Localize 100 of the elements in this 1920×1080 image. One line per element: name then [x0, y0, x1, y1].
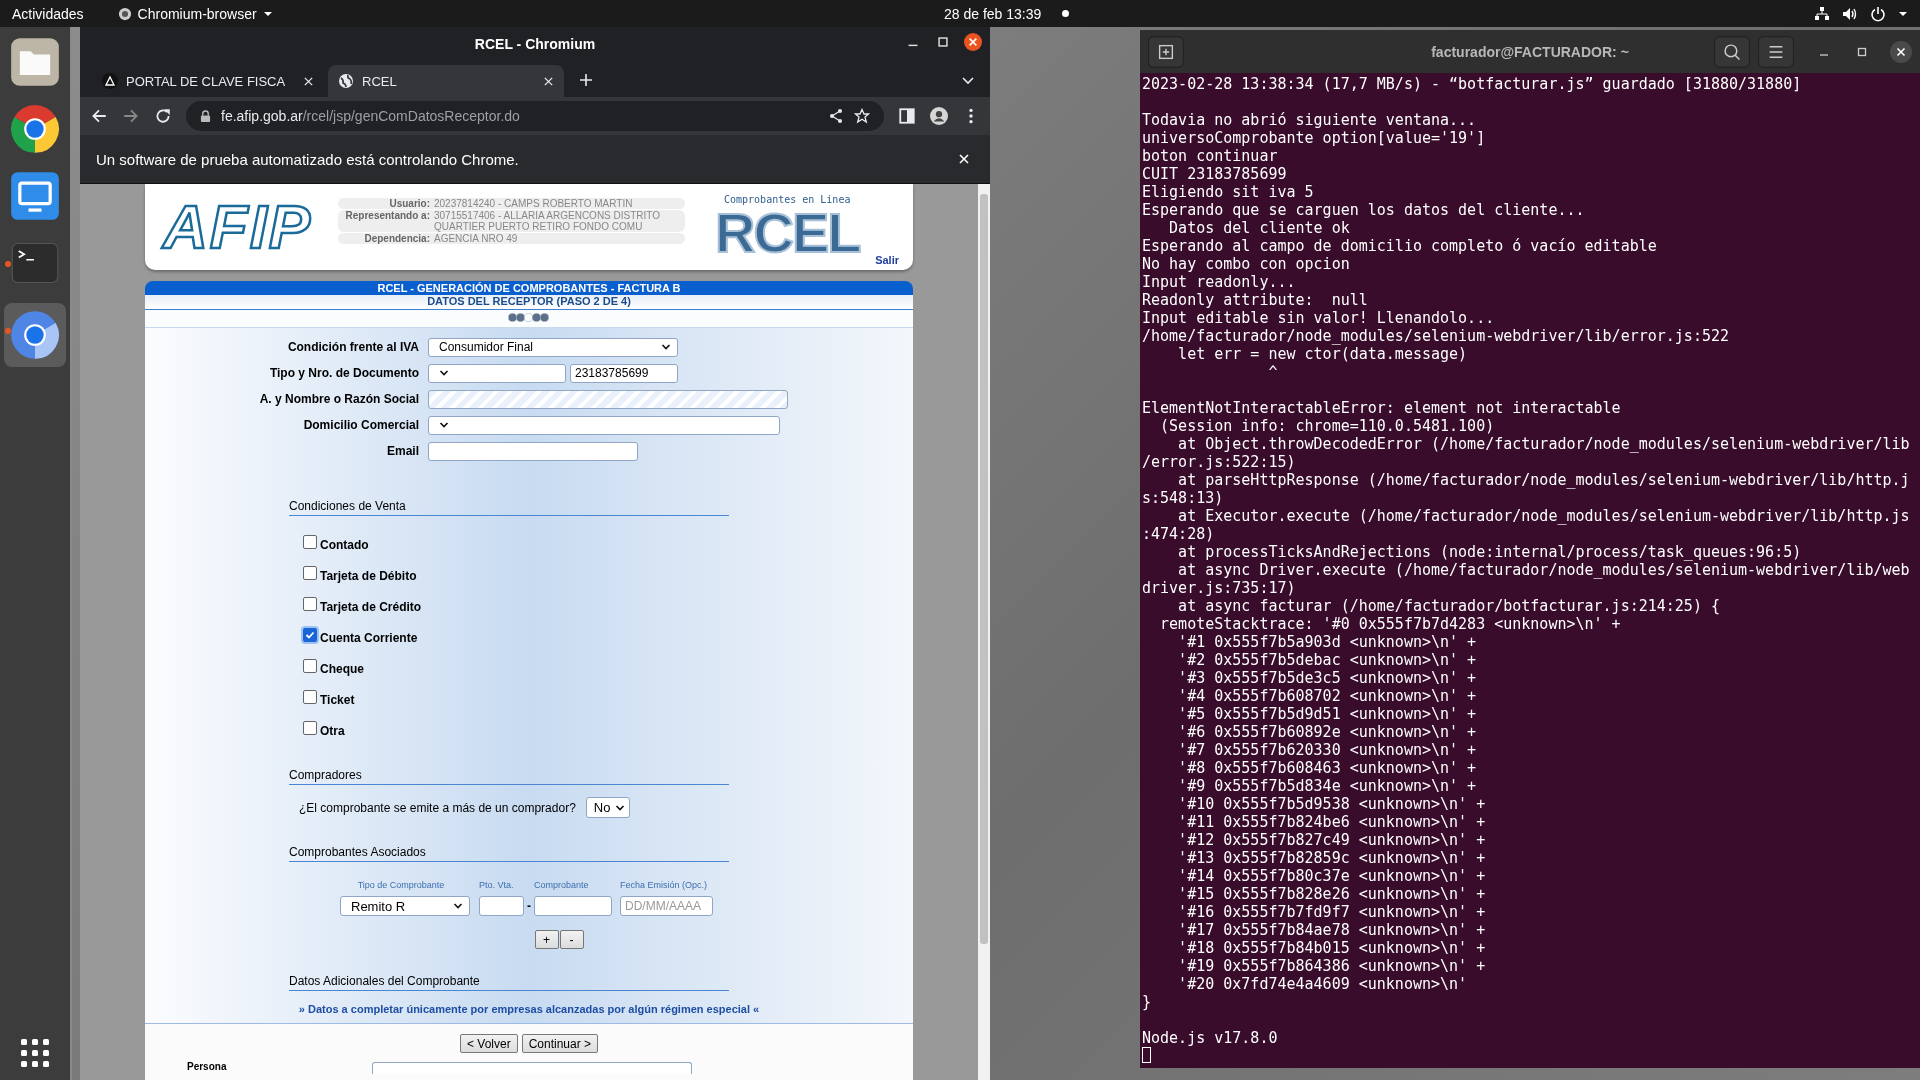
- section-heading: Compradores: [289, 768, 362, 782]
- side-panel-icon[interactable]: [898, 107, 916, 125]
- profile-icon[interactable]: [930, 107, 948, 125]
- terminal-line: '#4 0x555f7b608702 <unknown>\n' +: [1177, 687, 1478, 705]
- text-field[interactable]: [479, 896, 524, 916]
- terminal-line: :474:28): [1142, 525, 1216, 543]
- field-label: Domicilio Comercial: [302, 418, 420, 432]
- terminal-line: /error.js:522:15): [1142, 453, 1297, 471]
- checkbox[interactable]: [303, 720, 317, 735]
- dock-item[interactable]: [4, 303, 66, 367]
- field-label: Email: [386, 444, 420, 458]
- checkbox-label: Contado: [320, 537, 369, 552]
- terminal-line: '#1 0x555f7b5a903d <unknown>\n' +: [1177, 633, 1478, 651]
- info-value: 20237814240 - CAMPS ROBERTO MARTIN: [434, 198, 633, 209]
- column-label: Fecha Emisión (Opc.): [620, 880, 709, 890]
- star-icon[interactable]: [854, 108, 870, 124]
- page-title: RCEL - GENERACIÓN DE COMPROBANTES - FACTURA B: [377, 282, 681, 294]
- address-bar[interactable]: fe.afip.gob.ar/rcel/jsp/genComDatosReceptor.do: [186, 101, 884, 131]
- activities-button[interactable]: Actividades: [12, 5, 84, 22]
- close-icon[interactable]: [964, 33, 982, 51]
- close-tab-icon[interactable]: [543, 75, 554, 87]
- terminal-line: /home/facturador/node_modules/selenium-webdriver/lib/error.js:522: [1142, 327, 1730, 345]
- text-field[interactable]: [428, 441, 638, 461]
- checkbox[interactable]: [303, 565, 317, 580]
- text-field[interactable]: [534, 896, 612, 916]
- terminal-line: '#8 0x555f7b608463 <unknown>\n' +: [1177, 759, 1478, 777]
- forward-icon[interactable]: [122, 107, 140, 125]
- scrollbar-thumb[interactable]: [980, 194, 988, 944]
- terminal-line: 2023-02-28 13:38:34 (17,7 MB/s) - “botfacturar.js” guardado [31880/31880]: [1142, 75, 1803, 93]
- reload-icon[interactable]: [154, 107, 172, 125]
- separator-text: -: [527, 899, 531, 913]
- terminal-line: '#5 0x555f7b5d9d51 <unknown>\n' +: [1177, 705, 1478, 723]
- globe-icon: [338, 73, 354, 89]
- terminal-line: '#16 0x555f7b7fd9f7 <unknown>\n' +: [1177, 903, 1487, 921]
- caret-icon: [439, 368, 449, 378]
- triangle-icon: [102, 73, 118, 89]
- dropdown[interactable]: Consumidor Final: [428, 337, 678, 357]
- terminal-line: at async Driver.execute (/home/facturador/node_modules/selenium-webdriver/lib/web: [1177, 561, 1911, 579]
- search-icon[interactable]: [1714, 35, 1750, 68]
- nav-button[interactable]: Continuar >: [521, 1034, 599, 1053]
- column-label: Pto. Vta.: [479, 880, 515, 890]
- terminal-line: Input readonly...: [1142, 273, 1297, 291]
- column-label: Comprobante: [534, 880, 590, 890]
- checkbox[interactable]: [303, 689, 317, 704]
- section-heading: Comprobantes Asociados: [289, 845, 426, 859]
- menu-icon[interactable]: [1758, 35, 1794, 68]
- link[interactable]: » Datos a completar únicamente por empresas alcanzadas por algún régimen especial «: [298, 1003, 760, 1015]
- checkbox-label: Cheque: [320, 661, 364, 676]
- terminal-line: '#9 0x555f7b5d834e <unknown>\n' +: [1177, 777, 1478, 795]
- app-icon: [9, 170, 61, 222]
- page-subtitle: DATOS DEL RECEPTOR (PASO 2 DE 4): [427, 295, 631, 307]
- caret-icon: [453, 901, 463, 911]
- browser-tab[interactable]: PORTAL DE CLAVE FISCA: [92, 65, 324, 97]
- terminal-line: Todavia no abrió siguiente ventana...: [1142, 111, 1478, 129]
- terminal-line: '#17 0x555f7b84ae78 <unknown>\n' +: [1177, 921, 1487, 939]
- terminal-line: '#11 0x555f7b824be6 <unknown>\n' +: [1177, 813, 1487, 831]
- dropdown[interactable]: Remito R: [340, 896, 470, 916]
- checkbox[interactable]: [303, 627, 317, 642]
- app-menu[interactable]: Chromium-browser: [117, 5, 273, 22]
- terminal-line: '#2 0x555f7b5debac <unknown>\n' +: [1177, 651, 1478, 669]
- checkbox[interactable]: [303, 596, 317, 611]
- power-icon[interactable]: [1870, 5, 1886, 22]
- close-tab-icon[interactable]: [303, 75, 314, 87]
- terminal-line: at Executor.execute (/home/facturador/node_modules/selenium-webdriver/lib/http.js: [1177, 507, 1911, 525]
- info-value: AGENCIA NRO 49: [434, 233, 518, 244]
- terminal-line: '#10 0x555f7b5d9538 <unknown>\n' +: [1177, 795, 1487, 813]
- close-icon[interactable]: [1890, 40, 1912, 63]
- logout-link[interactable]: Salir: [875, 254, 899, 266]
- terminal-line: CUIT 23183785699: [1142, 165, 1288, 183]
- row-button[interactable]: +: [534, 930, 559, 949]
- clock[interactable]: 28 de feb 13:39: [944, 5, 1042, 22]
- dropdown[interactable]: No: [585, 797, 630, 818]
- scrollbar[interactable]: [978, 184, 990, 1080]
- section-heading: Condiciones de Venta: [289, 499, 406, 513]
- share-icon[interactable]: [828, 108, 844, 124]
- terminal-line: '#18 0x555f7b84b015 <unknown>\n' +: [1177, 939, 1487, 957]
- checkbox-label: Tarjeta de Débito: [320, 568, 417, 583]
- terminal-line: Node.js v17.8.0: [1142, 1029, 1279, 1047]
- new-tab-icon[interactable]: [1148, 35, 1184, 68]
- terminal-line: Esperando al campo de domicilio completo ó vacío editable: [1142, 237, 1658, 255]
- app-grid-icon[interactable]: [20, 1038, 50, 1068]
- text-field[interactable]: 23183785699: [570, 363, 678, 383]
- back-icon[interactable]: [90, 107, 108, 125]
- terminal-line: remoteStacktrace: '#0 0x555f7b7d4283 <unknown>\n' +: [1159, 615, 1622, 633]
- close-icon[interactable]: [958, 153, 970, 165]
- readonly-field[interactable]: [428, 389, 788, 409]
- terminal-line: '#6 0x555f7b60892e <unknown>\n' +: [1177, 723, 1478, 741]
- terminal-line: at Object.throwDecodedError (/home/facturador/node_modules/selenium-webdriver/lib: [1177, 435, 1911, 453]
- row-button[interactable]: -: [559, 930, 584, 949]
- app-icon: [117, 6, 132, 21]
- terminal-line: '#15 0x555f7b828e26 <unknown>\n' +: [1177, 885, 1487, 903]
- checkbox[interactable]: [303, 658, 317, 673]
- terminal-line: No hay combo con opcion: [1142, 255, 1351, 273]
- nav-button[interactable]: < Volver: [459, 1034, 518, 1053]
- checkbox[interactable]: [303, 534, 317, 549]
- browser-tab[interactable]: RCEL: [328, 65, 564, 97]
- network-icon[interactable]: [1814, 5, 1830, 22]
- field-label: Tipo y Nro. de Documento: [268, 366, 420, 380]
- terminal-line: boton continuar: [1142, 147, 1279, 165]
- terminal-line: Eligiendo sit iva 5: [1142, 183, 1315, 201]
